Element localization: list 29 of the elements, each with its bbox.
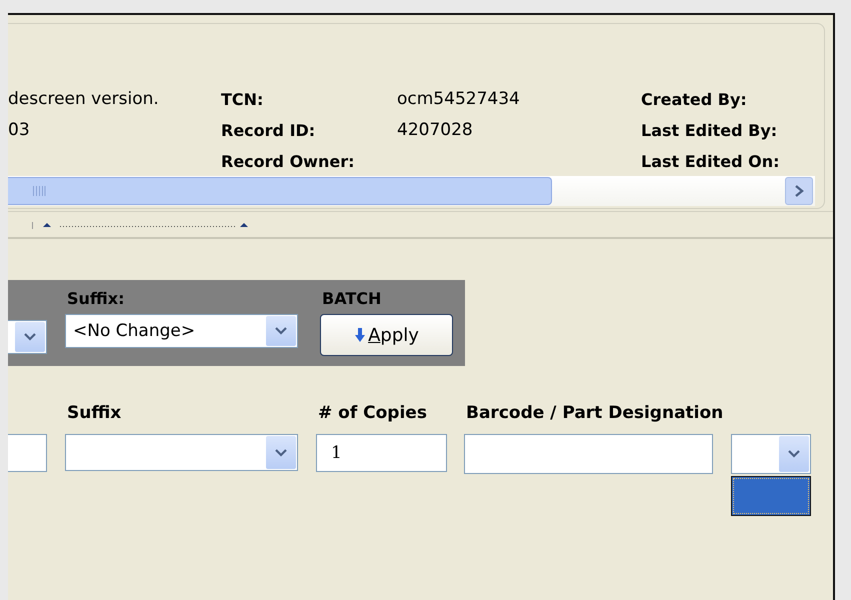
field-value: 4207028 <box>397 119 474 142</box>
record-note: descreen version. <box>8 88 160 111</box>
field-label: Record Owner: <box>221 151 356 173</box>
barcode-field[interactable] <box>464 434 713 474</box>
audit-label: Last Edited By: <box>641 120 778 142</box>
dropdown[interactable] <box>8 320 47 354</box>
input-field[interactable] <box>8 434 47 472</box>
field-value: ocm54527434 <box>397 88 521 111</box>
audit-label: Created By: <box>641 89 748 111</box>
scroll-right-button[interactable] <box>785 177 813 205</box>
suffix-dropdown[interactable] <box>65 434 298 471</box>
horizontal-scrollbar[interactable] <box>8 176 815 206</box>
audit-label: Last Edited On: <box>641 151 780 173</box>
copies-field[interactable]: 1 <box>316 434 447 472</box>
dropdown-list-item[interactable] <box>731 476 811 516</box>
record-note: 03 <box>8 119 31 142</box>
column-header: Barcode / Part Designation <box>466 403 724 423</box>
field-label: TCN: <box>221 89 264 111</box>
down-arrow-icon <box>354 327 366 343</box>
grip-icon <box>32 186 46 196</box>
scrollbar-thumb[interactable] <box>8 177 552 205</box>
suffix-label: Suffix: <box>67 288 126 310</box>
field-label: Record ID: <box>221 120 316 142</box>
suffix-dropdown[interactable]: <No Change> <box>65 314 298 348</box>
apply-button[interactable]: Apply <box>320 314 453 356</box>
batch-label: BATCH <box>322 288 382 310</box>
column-header: Suffix <box>67 403 122 423</box>
column-header: # of Copies <box>318 403 428 423</box>
chevron-right-icon <box>793 184 805 198</box>
